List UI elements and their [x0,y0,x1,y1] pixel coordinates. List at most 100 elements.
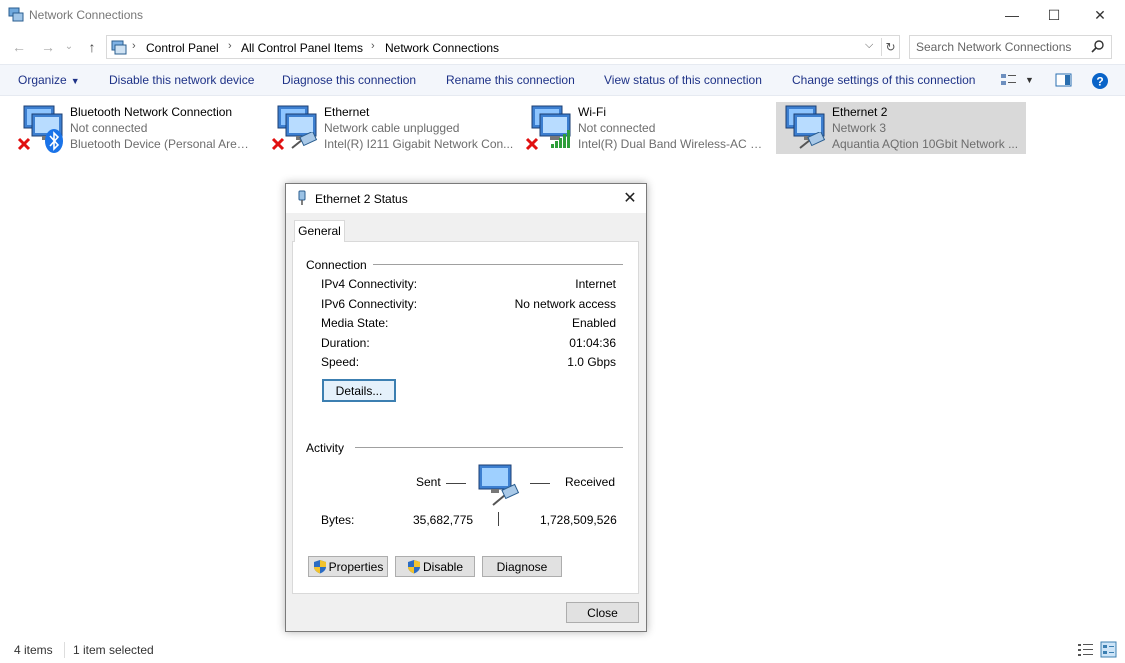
tab-general[interactable]: General [294,220,345,242]
duration-value: 01:04:36 [569,336,616,350]
connection-item-ethernet-2[interactable]: Ethernet 2 Network 3 Aquantia AQtion 10G… [776,102,1026,154]
disable-device-button[interactable]: Disable this network device [109,73,254,87]
dialog-title: Ethernet 2 Status [315,192,408,206]
ipv6-value: No network access [514,297,616,311]
chevron-down-icon: ▼ [70,76,80,86]
connection-name: Bluetooth Network Connection [70,105,233,119]
refresh-button[interactable]: ↻ [881,38,899,56]
properties-button-label: Properties [328,559,384,574]
dialog-close-button[interactable]: ✕ [618,187,642,211]
connection-name: Wi-Fi [578,105,606,119]
change-view-icon[interactable] [1000,72,1018,88]
connection-device: Intel(R) Dual Band Wireless-AC 31... [578,137,768,151]
title-bar: Network Connections — ☐ ✕ [0,0,1125,30]
connection-group-divider [363,264,623,265]
connection-item-bluetooth[interactable]: Bluetooth Network Connection Not connect… [14,102,254,154]
media-state-label: Media State: [321,316,389,330]
diagnose-button[interactable]: Diagnose [482,556,562,577]
red-x-icon [17,137,31,151]
bluetooth-icon [45,129,63,153]
search-box[interactable] [909,35,1112,59]
received-dash [530,483,550,484]
general-tab-panel: Connection IPv4 Connectivity: Internet I… [292,241,639,594]
connection-status: Not connected [70,121,148,135]
status-divider [64,642,65,658]
breadcrumb-network-connections[interactable]: Network Connections [385,41,499,55]
ipv4-value: Internet [575,277,616,291]
breadcrumb-control-panel[interactable]: Control Panel [146,41,219,55]
window-title: Network Connections [29,8,144,22]
search-input[interactable] [916,39,1086,55]
minimize-button[interactable]: — [989,0,1035,30]
connection-status: Network cable unplugged [324,121,460,135]
close-window-button[interactable]: ✕ [1077,0,1123,30]
activity-group-label: Activity [306,441,351,455]
connection-name: Ethernet 2 [832,105,888,119]
view-options-dropdown[interactable]: ▼ [1025,75,1034,85]
rename-connection-button[interactable]: Rename this connection [446,73,575,87]
ethernet-cable-icon [799,132,826,149]
ipv4-label: IPv4 Connectivity: [321,277,418,291]
activity-group-divider [355,447,623,448]
diagnose-connection-button[interactable]: Diagnose this connection [282,73,416,87]
properties-button[interactable]: Properties [308,556,388,577]
disable-button[interactable]: Disable [395,556,475,577]
media-state-value: Enabled [571,316,616,330]
back-button[interactable]: ← [9,37,29,57]
duration-label: Duration: [321,336,370,350]
status-bar: 4 items 1 item selected [0,640,1125,663]
uac-shield-icon [313,560,326,574]
ethernet-plug-icon [298,190,306,205]
connection-item-wifi[interactable]: Wi-Fi Not connected Intel(R) Dual Band W… [522,102,770,154]
forward-button[interactable]: → [38,37,58,57]
up-button[interactable]: ↑ [82,37,102,57]
connection-group-label: Connection [306,258,373,272]
ethernet-cable-icon [291,132,318,149]
breadcrumb-separator: › [371,40,375,52]
bytes-received-value: 1,728,509,526 [540,513,617,527]
connection-status: Network 3 [832,121,887,135]
bytes-sent-value: 35,682,775 [413,513,474,527]
recent-locations-button[interactable]: ⌄ [62,37,76,57]
navigation-bar: ← → ⌄ ↑ › Control Panel › All Control Pa… [0,33,1125,61]
red-x-icon [525,137,539,151]
speed-label: Speed: [321,355,360,369]
svg-text:?: ? [1096,75,1103,89]
selection-count: 1 item selected [73,643,154,657]
sent-label: Sent [416,475,441,489]
speed-value: 1.0 Gbps [567,355,616,369]
details-button[interactable]: Details... [322,379,396,402]
red-x-icon [271,137,285,151]
change-settings-button[interactable]: Change settings of this connection [792,73,975,87]
status-dialog: Ethernet 2 Status ✕ General Connection I… [285,183,647,632]
network-connections-icon [8,7,24,22]
connection-name: Ethernet [324,105,370,119]
organize-label: Organize [18,73,67,87]
details-view-icon[interactable] [1077,641,1094,658]
connection-item-ethernet[interactable]: Ethernet Network cable unplugged Intel(R… [268,102,516,154]
sent-dash [446,483,466,484]
network-activity-icon [478,464,520,506]
address-bar[interactable]: › Control Panel › All Control Panel Item… [106,35,900,59]
command-bar: Organize ▼ Disable this network device Di… [0,64,1125,96]
control-panel-icon [111,40,127,55]
preview-pane-icon[interactable] [1055,72,1073,88]
item-count: 4 items [14,643,53,657]
tiles-view-icon[interactable] [1100,641,1117,658]
connection-device: Bluetooth Device (Personal Area ... [70,137,254,151]
organize-menu[interactable]: Organize ▼ [18,73,80,87]
disable-button-label: Disable [422,559,464,574]
breadcrumb-separator: › [228,40,232,52]
search-icon[interactable] [1090,39,1106,55]
uac-shield-icon [407,560,420,574]
dialog-title-bar: Ethernet 2 Status ✕ [286,184,646,213]
connection-device: Intel(R) I211 Gigabit Network Con... [324,137,514,151]
breadcrumb-all-items[interactable]: All Control Panel Items [241,41,363,55]
wifi-signal-icon [551,130,570,148]
address-dropdown-icon[interactable]: ⌵ [865,39,873,52]
view-status-button[interactable]: View status of this connection [604,73,762,87]
close-button[interactable]: Close [566,602,639,623]
maximize-button[interactable]: ☐ [1031,0,1077,30]
help-icon[interactable]: ? [1091,72,1109,90]
connection-status: Not connected [578,121,656,135]
